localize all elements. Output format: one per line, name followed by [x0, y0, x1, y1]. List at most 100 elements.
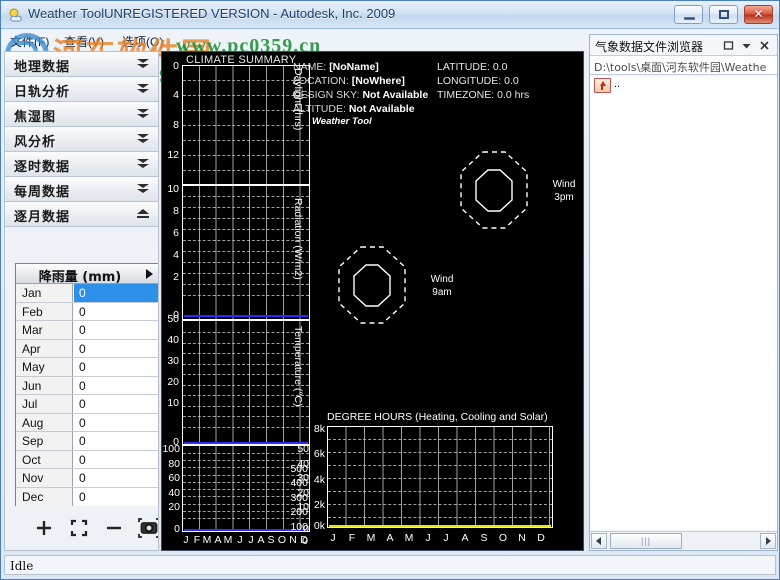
row-month: Apr: [16, 339, 73, 357]
scrollbar-thumb[interactable]: [610, 533, 682, 549]
table-row[interactable]: Jul 0: [16, 395, 158, 414]
row-value[interactable]: 0: [74, 395, 158, 413]
degree-hours-ytick: 4k: [313, 474, 325, 486]
row-value[interactable]: 0: [74, 376, 158, 394]
humidity-ytick: 100: [162, 443, 180, 455]
list-item[interactable]: ..: [590, 76, 777, 95]
list-item-label: ..: [614, 78, 621, 90]
minimize-button[interactable]: [673, 5, 703, 24]
humidity-ytick: 60: [168, 472, 180, 484]
row-value[interactable]: 0: [74, 450, 158, 468]
close-button[interactable]: ✕: [744, 5, 773, 24]
info-value: 0.0: [504, 75, 519, 87]
climate-info-right: LATITUDE: 0.0 LONGITUDE: 0.0 TIMEZONE: 0…: [437, 60, 529, 102]
climate-summary-canvas[interactable]: CLIMATE SUMMARY NAME: [NoName] LOCATION:…: [161, 51, 584, 551]
panel-header: 气象数据文件浏览器: [590, 35, 777, 56]
table-row[interactable]: Apr 0: [16, 339, 158, 358]
sidebar-item-weekly-data[interactable]: 每周数据: [5, 177, 158, 202]
row-value[interactable]: 0: [74, 302, 158, 320]
temperature-axis-label: Temperature (°C): [292, 326, 304, 407]
table-row[interactable]: Mar 0: [16, 321, 158, 340]
chevron-double-down-icon[interactable]: [137, 58, 149, 70]
scroll-left-arrow-icon[interactable]: [591, 533, 607, 549]
menu-item-view[interactable]: 查看(V): [64, 33, 104, 50]
chevron-double-down-icon[interactable]: [137, 133, 149, 145]
humidity-ytick: 40: [168, 487, 180, 499]
zoom-in-button[interactable]: [32, 516, 56, 540]
wind-rose-9am[interactable]: Wind 9am: [337, 245, 453, 325]
close-panel-icon[interactable]: [758, 39, 771, 52]
row-value[interactable]: 0: [74, 284, 158, 302]
table-row[interactable]: Sep 0: [16, 432, 158, 451]
chevron-double-down-icon[interactable]: [137, 158, 149, 170]
row-value[interactable]: 0: [74, 358, 158, 376]
temperature-ytick: 10: [167, 397, 179, 409]
info-value: [NoWhere]: [351, 75, 405, 87]
menu-item-file[interactable]: 文件(F): [10, 33, 49, 50]
row-value[interactable]: 0: [74, 413, 158, 431]
sidebar-item-wind-analysis[interactable]: 风分析: [5, 127, 158, 152]
sidebar-toolbar: [5, 506, 158, 550]
row-value[interactable]: 0: [74, 487, 158, 506]
daylight-ytick: 8: [173, 119, 179, 131]
play-icon[interactable]: [146, 269, 153, 279]
maximize-button[interactable]: [708, 5, 738, 24]
info-value: 0.0 hrs: [497, 89, 530, 101]
chevron-double-down-icon[interactable]: [137, 83, 149, 95]
radiation-ytick: 2: [173, 271, 179, 283]
degree-hours-zero-line: [329, 525, 551, 527]
panel-menu-chevron-icon[interactable]: [740, 39, 753, 52]
row-month: Jan: [16, 284, 73, 302]
scroll-right-arrow-icon[interactable]: [760, 533, 776, 549]
degree-hours-ytick: 6k: [313, 448, 325, 460]
x-tick: S: [480, 532, 488, 544]
sidebar-item-hourly-data[interactable]: 逐时数据: [5, 152, 158, 177]
x-tick: D: [537, 532, 545, 544]
daylight-axis-label: Daylight (hrs): [292, 68, 304, 131]
table-header[interactable]: 降雨量 (mm): [16, 264, 158, 285]
zoom-out-button[interactable]: [102, 516, 126, 540]
x-tick: D: [300, 534, 308, 546]
radiation-ytick: 8: [173, 205, 179, 217]
sidebar-item-psychrometric-chart[interactable]: 焦湿图: [5, 102, 158, 127]
menu-item-options[interactable]: 选项(O): [122, 33, 163, 50]
sidebar-item-label: 焦湿图: [14, 110, 57, 125]
row-value[interactable]: 0: [74, 321, 158, 339]
radiation-ytick: 4: [173, 249, 179, 261]
climate-info-left: NAME: [NoName] LOCATION: [NoWhere] DESIG…: [293, 60, 428, 116]
temperature-ytick: 20: [167, 376, 179, 388]
table-row[interactable]: Nov 0: [16, 469, 158, 488]
wind-rose-title: Wind: [430, 274, 454, 285]
file-list[interactable]: ..: [590, 76, 777, 530]
degree-hours-ytick: 8k: [313, 423, 325, 435]
table-row[interactable]: Jun 0: [16, 376, 158, 395]
wind-rose-time: 3pm: [554, 192, 574, 203]
sidebar-item-label: 逐时数据: [14, 160, 71, 175]
table-row[interactable]: May 0: [16, 358, 158, 377]
table-row[interactable]: Dec 0: [16, 487, 158, 506]
chevron-up-bar-icon[interactable]: [137, 208, 149, 220]
daylight-ytick: 12: [167, 149, 179, 161]
fit-to-window-button[interactable]: [67, 516, 91, 540]
sidebar-item-geographic-data[interactable]: 地理数据: [5, 52, 158, 77]
wind-rose-time: 9am: [432, 287, 452, 298]
left-sidebar: 地理数据 日轨分析 焦湿图 风分析 逐时数据 每周数据 逐月数据 降雨量 (mm…: [4, 51, 159, 551]
snapshot-camera-button[interactable]: [136, 516, 158, 540]
horizontal-scrollbar[interactable]: [590, 531, 777, 550]
chevron-double-down-icon[interactable]: [137, 183, 149, 195]
row-month: Jun: [16, 376, 73, 394]
humidity-ytick: 20: [168, 501, 180, 513]
row-value[interactable]: 0: [74, 469, 158, 487]
sidebar-item-sun-path-analysis[interactable]: 日轨分析: [5, 77, 158, 102]
sidebar-item-monthly-data[interactable]: 逐月数据: [5, 202, 158, 227]
table-row[interactable]: Jan 0: [16, 284, 158, 303]
table-row[interactable]: Feb 0: [16, 302, 158, 321]
row-value[interactable]: 0: [74, 339, 158, 357]
restore-panel-icon[interactable]: [722, 39, 735, 52]
wind-rose-3pm[interactable]: Wind 3pm: [459, 150, 575, 230]
chevron-double-down-icon[interactable]: [137, 108, 149, 120]
table-row[interactable]: Oct 0: [16, 450, 158, 469]
row-value[interactable]: 0: [74, 432, 158, 450]
table-row[interactable]: Aug 0: [16, 413, 158, 432]
row-month: Oct: [16, 450, 73, 468]
